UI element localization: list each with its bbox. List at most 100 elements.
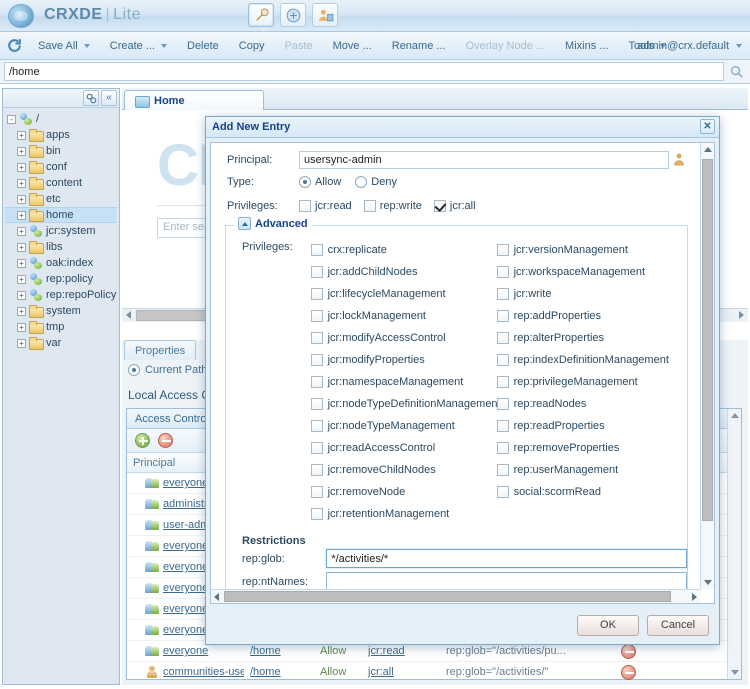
advanced-privilege-rep-removeproperties[interactable]: rep:removeProperties bbox=[497, 437, 687, 459]
checkbox[interactable] bbox=[311, 244, 323, 256]
scroll-up-icon[interactable] bbox=[704, 147, 712, 152]
advanced-privilege-jcr-versionmanagement[interactable]: jcr:versionManagement bbox=[497, 239, 687, 261]
scroll-left-icon[interactable] bbox=[126, 311, 131, 319]
advanced-privilege-jcr-removenode[interactable]: jcr:removeNode bbox=[311, 481, 497, 503]
path-link[interactable]: /home bbox=[250, 666, 281, 678]
advanced-privilege-jcr-removechildnodes[interactable]: jcr:removeChildNodes bbox=[311, 459, 497, 481]
advanced-privilege-jcr-workspacemanagement[interactable]: jcr:workspaceManagement bbox=[497, 261, 687, 283]
checkbox[interactable] bbox=[311, 332, 323, 344]
ok-button[interactable]: OK bbox=[577, 615, 639, 636]
checkbox[interactable] bbox=[311, 398, 323, 410]
row-drag-handle[interactable] bbox=[127, 662, 139, 683]
checkbox[interactable] bbox=[311, 508, 323, 520]
principal-link[interactable]: everyone bbox=[163, 582, 208, 594]
toolbar-item-mixins[interactable]: Mixins ... bbox=[556, 36, 617, 56]
tree-node-var[interactable]: +var bbox=[5, 335, 117, 351]
expand-node-icon[interactable]: + bbox=[17, 291, 26, 300]
cancel-button[interactable]: Cancel bbox=[647, 615, 709, 636]
toolbar-item-delete[interactable]: Delete bbox=[178, 36, 228, 56]
table-row[interactable]: communities-user-admin/homeAllowjcr:allr… bbox=[127, 662, 741, 683]
advanced-privilege-rep-usermanagement[interactable]: rep:userManagement bbox=[497, 459, 687, 481]
checkbox[interactable] bbox=[497, 464, 509, 476]
scroll-down-icon[interactable] bbox=[731, 670, 739, 675]
advanced-privilege-jcr-lockmanagement[interactable]: jcr:lockManagement bbox=[311, 305, 497, 327]
scroll-down-icon[interactable] bbox=[704, 580, 712, 585]
restriction-input-rep-ntnames[interactable] bbox=[326, 572, 687, 589]
principal-link[interactable]: everyone bbox=[163, 540, 208, 552]
user-picker-icon[interactable] bbox=[673, 153, 685, 166]
radio-deny[interactable] bbox=[355, 176, 367, 188]
privilege-link[interactable]: jcr:read bbox=[368, 645, 405, 657]
remove-icon[interactable] bbox=[621, 644, 636, 659]
path-link[interactable]: /home bbox=[250, 645, 281, 657]
expand-node-icon[interactable]: + bbox=[17, 147, 26, 156]
expand-node-icon[interactable]: + bbox=[17, 307, 26, 316]
tree-node--[interactable]: -/ bbox=[5, 111, 117, 127]
principal-link[interactable]: everyone bbox=[163, 561, 208, 573]
tree-node-home[interactable]: +home bbox=[5, 207, 117, 223]
checkbox[interactable] bbox=[497, 442, 509, 454]
row-drag-handle[interactable] bbox=[127, 515, 139, 536]
expand-node-icon[interactable]: + bbox=[17, 211, 26, 220]
checkbox[interactable] bbox=[311, 486, 323, 498]
checkbox[interactable] bbox=[434, 200, 446, 212]
type-option-deny[interactable]: Deny bbox=[355, 176, 397, 188]
tree-node-oak-index[interactable]: +oak:index bbox=[5, 255, 117, 271]
row-drag-handle[interactable] bbox=[127, 494, 139, 515]
checkbox[interactable] bbox=[497, 354, 509, 366]
tree-node-tmp[interactable]: +tmp bbox=[5, 319, 117, 335]
privilege-checkbox-rep-write[interactable]: rep:write bbox=[364, 200, 422, 212]
expand-node-icon[interactable]: + bbox=[17, 243, 26, 252]
principal-link[interactable]: everyone bbox=[163, 603, 208, 615]
advanced-privilege-jcr-lifecyclemanagement[interactable]: jcr:lifecycleManagement bbox=[311, 283, 497, 305]
advanced-privilege-jcr-nodetypedefinitionmanagement[interactable]: jcr:nodeTypeDefinitionManagement bbox=[311, 393, 497, 415]
row-drag-handle[interactable] bbox=[127, 536, 139, 557]
principal-link[interactable]: everyone bbox=[163, 624, 208, 636]
restriction-input-rep-glob[interactable] bbox=[326, 549, 687, 568]
principal-link[interactable]: everyone bbox=[163, 477, 208, 489]
row-drag-handle[interactable] bbox=[127, 557, 139, 578]
dialog-hscrollbar[interactable] bbox=[211, 589, 700, 603]
principal-input[interactable] bbox=[299, 151, 669, 169]
toolbar-item-move[interactable]: Move ... bbox=[324, 36, 381, 56]
checkbox[interactable] bbox=[497, 332, 509, 344]
advanced-privilege-jcr-readaccesscontrol[interactable]: jcr:readAccessControl bbox=[311, 437, 497, 459]
checkbox[interactable] bbox=[364, 200, 376, 212]
checkbox[interactable] bbox=[497, 266, 509, 278]
dialog-hscroll-thumb[interactable] bbox=[224, 591, 671, 602]
advanced-privilege-jcr-modifyproperties[interactable]: jcr:modifyProperties bbox=[311, 349, 497, 371]
expand-node-icon[interactable]: + bbox=[17, 195, 26, 204]
tree-node-bin[interactable]: +bin bbox=[5, 143, 117, 159]
expand-node-icon[interactable]: + bbox=[17, 259, 26, 268]
acl-vscrollbar[interactable] bbox=[727, 409, 741, 679]
collapse-icon[interactable] bbox=[238, 217, 251, 230]
collapse-node-icon[interactable]: - bbox=[7, 115, 16, 124]
expand-node-icon[interactable]: + bbox=[17, 339, 26, 348]
tree-node-rep-policy[interactable]: +rep:policy bbox=[5, 271, 117, 287]
checkbox[interactable] bbox=[311, 420, 323, 432]
scroll-left-icon[interactable] bbox=[214, 593, 219, 601]
advanced-privilege-jcr-modifyaccesscontrol[interactable]: jcr:modifyAccessControl bbox=[311, 327, 497, 349]
expand-node-icon[interactable]: + bbox=[17, 179, 26, 188]
advanced-privilege-rep-indexdefinitionmanagement[interactable]: rep:indexDefinitionManagement bbox=[497, 349, 687, 371]
tab-home[interactable]: Home bbox=[124, 90, 264, 110]
checkbox[interactable] bbox=[311, 464, 323, 476]
expand-node-icon[interactable]: + bbox=[17, 131, 26, 140]
checkbox[interactable] bbox=[311, 354, 323, 366]
advanced-legend[interactable]: Advanced bbox=[234, 217, 312, 230]
row-drag-handle[interactable] bbox=[127, 473, 139, 494]
checkbox[interactable] bbox=[311, 310, 323, 322]
checkbox[interactable] bbox=[497, 398, 509, 410]
advanced-privilege-jcr-nodetypemanagement[interactable]: jcr:nodeTypeManagement bbox=[311, 415, 497, 437]
user-admin-icon[interactable] bbox=[312, 3, 338, 27]
tab-properties[interactable]: Properties bbox=[124, 340, 196, 360]
tools-icon[interactable] bbox=[248, 3, 274, 27]
checkbox[interactable] bbox=[497, 244, 509, 256]
privilege-checkbox-jcr-all[interactable]: jcr:all bbox=[434, 200, 476, 212]
advanced-privilege-jcr-retentionmanagement[interactable]: jcr:retentionManagement bbox=[311, 503, 497, 525]
close-icon[interactable]: ✕ bbox=[700, 119, 715, 134]
tree-node-conf[interactable]: +conf bbox=[5, 159, 117, 175]
search-icon[interactable] bbox=[729, 64, 744, 79]
principal-link[interactable]: communities-user-admin bbox=[163, 666, 244, 678]
scroll-right-icon[interactable] bbox=[739, 311, 744, 319]
